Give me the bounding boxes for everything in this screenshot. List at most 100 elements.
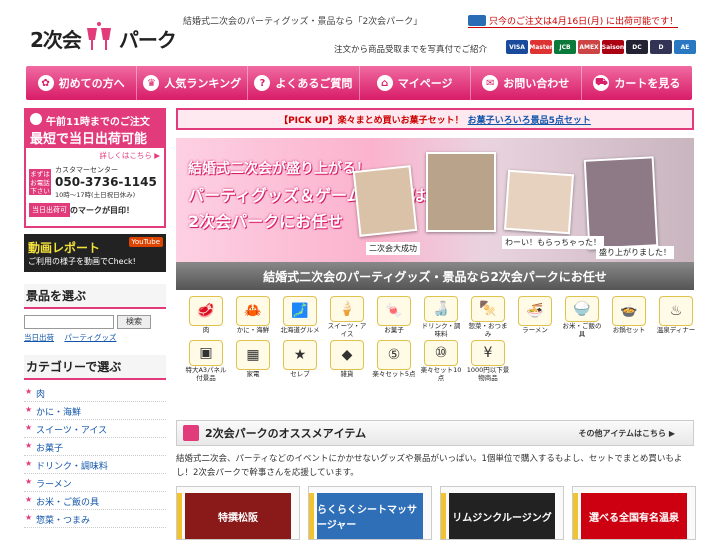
category-icon-tile[interactable]: 🍶 ドリンク・調味料 [419, 296, 463, 338]
logo-text-right: パーク [118, 27, 177, 52]
search-button[interactable]: 検索 [117, 315, 151, 329]
shipping-notice-text: 只今のご注文は4月16日(月) に出荷可能です！ [489, 17, 679, 27]
recommend-more-link[interactable]: その他アイテムはこちら ▶ [578, 428, 675, 439]
category-icon-label: セレブ [290, 370, 310, 378]
category-item[interactable]: かに・海鮮 [24, 402, 166, 420]
nav-label: マイページ [397, 77, 453, 90]
category-item[interactable]: 惣菜・つまみ [24, 510, 166, 528]
product-image-label: らくらくシートマッサージャー [317, 493, 423, 539]
category-icon-label: お鍋セット [612, 326, 646, 334]
nav-label: お問い合わせ [503, 77, 570, 90]
hokkaido-icon: 🗾 [283, 296, 317, 326]
set10-icon: ⑩ [424, 340, 458, 366]
category-icon-tile[interactable]: ♨ 温泉ディナー [654, 296, 698, 338]
category-list: 肉 かに・海鮮 スイーツ・アイス お菓子 ドリンク・調味料 ラーメン お米・ご飯… [24, 384, 166, 528]
video-subtitle: ご利用の様子を動画でCheck! [28, 257, 136, 266]
category-item[interactable]: 肉 [24, 384, 166, 402]
category-icon-tile[interactable]: 🍬 お菓子 [372, 296, 416, 338]
order-flow-link[interactable]: 注文から商品受取までを写真付でご紹介 [334, 43, 487, 55]
nav-mypage[interactable]: ⌂ マイページ [360, 66, 471, 100]
search-link-same-day[interactable]: 当日出荷 [24, 333, 54, 342]
ship-box-detail-link[interactable]: 詳しくはこちら ▶ [26, 148, 164, 163]
pot-icon: 🍲 [612, 296, 646, 326]
diners-card-icon: D [650, 40, 672, 54]
category-icon-label: スイーツ・アイス [327, 322, 367, 338]
category-icon-tile[interactable]: 🦀 かに・海鮮 [231, 296, 275, 338]
main-nav: ✿ 初めての方へ ♛ 人気ランキング ? よくあるご質問 ⌂ マイページ ✉ お問い合わせ… [26, 66, 692, 100]
crown-icon: ♛ [143, 75, 160, 91]
mail-icon: ✉ [482, 75, 499, 91]
category-icon-tile[interactable]: 🗾 北海道グルメ [278, 296, 322, 338]
snack-icon: 🍢 [471, 296, 505, 322]
candy-icon: 🍬 [377, 296, 411, 326]
pickup-banner[interactable]: 【PICK UP】楽々まとめ買いお菓子セット！ お菓子いろいろ景品5点セット [176, 108, 694, 130]
category-icon-tile[interactable]: 🍲 お鍋セット [607, 296, 651, 338]
category-item[interactable]: お菓子 [24, 438, 166, 456]
site-tagline: 結婚式二次会のパーティグッズ・景品なら「2次会パーク」 [183, 17, 423, 27]
search-link-party-goods[interactable]: パーティグッズ [64, 333, 116, 342]
search-section-title: 景品を選ぶ [24, 284, 166, 309]
product-card[interactable]: 特撰松阪 [176, 486, 300, 540]
visa-card-icon: VISA [506, 40, 528, 54]
category-icon-tile[interactable]: 🍦 スイーツ・アイス [325, 296, 369, 338]
category-icon-tile[interactable]: 🍢 惣菜・おつまみ [466, 296, 510, 338]
category-heading-bar: 結婚式二次会のパーティグッズ・景品なら2次会パークにお任せ [176, 262, 694, 290]
category-icon-tile[interactable]: ★ セレブ [278, 340, 322, 382]
recommend-header: 2次会パークのオススメアイテム その他アイテムはこちら ▶ [176, 420, 694, 446]
category-icon-tile[interactable]: 🍚 お米・ご飯の具 [560, 296, 604, 338]
phone-hours: 10時〜17時(土日祝日休み) [55, 191, 136, 199]
category-item[interactable]: ドリンク・調味料 [24, 456, 166, 474]
category-icon-tile[interactable]: ⑩ 楽々セット10点 [419, 340, 463, 382]
category-icon-tile[interactable]: 🍜 ラーメン [513, 296, 557, 338]
search-quick-links: 当日出荷 パーティグッズ [24, 332, 166, 343]
ae-card-icon: AE [674, 40, 696, 54]
pickup-link[interactable]: お菓子いろいろ景品5点セット [468, 113, 591, 126]
category-icon-tile[interactable]: ▣ 特大A3パネル付景品 [184, 340, 228, 382]
product-card[interactable]: リムジンクルージング [440, 486, 564, 540]
nav-faq[interactable]: ? よくあるご質問 [248, 66, 360, 100]
category-icon-label: 北海道グルメ [280, 326, 320, 334]
product-accent [441, 493, 446, 539]
category-item[interactable]: ラーメン [24, 474, 166, 492]
hero-banner[interactable]: 結婚式二次会が盛り上がる！ パーティグッズ＆ゲームの景品は 2次会パークにお任せ… [176, 138, 694, 262]
same-day-shipping-box[interactable]: 午前11時までのご注文 最短で当日出荷可能 詳しくはこちら ▶ まずはお電話下さ… [24, 108, 166, 228]
nav-contact[interactable]: ✉ お問い合わせ [471, 66, 582, 100]
category-icon-label: 家電 [246, 370, 260, 378]
same-day-mark-text: のマークが目印！ [70, 205, 134, 215]
video-report-banner[interactable]: 動画レポート ご利用の様子を動画でCheck! YouTube [24, 234, 166, 272]
category-icon-tile[interactable]: ⑤ 楽々セット5点 [372, 340, 416, 382]
meat-icon: 🥩 [189, 296, 223, 326]
shipping-notice[interactable]: 只今のご注文は4月16日(月) に出荷可能です！ [468, 14, 679, 28]
category-item[interactable]: スイーツ・アイス [24, 420, 166, 438]
category-icon-label: 肉 [202, 326, 210, 334]
category-icon-tile[interactable]: 🥩 肉 [184, 296, 228, 338]
goods-icon: ◆ [330, 340, 364, 370]
banner-caption: わーい！もらっちゃった！ [502, 236, 604, 249]
phone-info: カスタマーセンター 050-3736-1145 10時〜17時(土日祝日休み) [51, 165, 157, 199]
product-image-label: 特撰松阪 [185, 493, 291, 539]
banner-caption: 盛り上がりました！ [596, 246, 674, 259]
nav-beginner[interactable]: ✿ 初めての方へ [26, 66, 138, 100]
video-title: 動画レポート [28, 241, 101, 255]
onsen-icon: ♨ [659, 296, 693, 326]
ramen-icon: 🍜 [518, 296, 552, 326]
product-card[interactable]: 選べる全国有名温泉 [572, 486, 696, 540]
category-icon-tile[interactable]: ¥1000円以下景物商品 [466, 340, 510, 382]
truck-icon [468, 15, 486, 26]
category-icon-label: 楽々セット5点 [372, 370, 416, 378]
nav-cart[interactable]: ⛟ カートを見る [582, 66, 692, 100]
category-icon-tile[interactable]: ▦ 家電 [231, 340, 275, 382]
celeb-icon: ★ [283, 340, 317, 370]
category-icon-tile[interactable]: ◆ 雑貨 [325, 340, 369, 382]
nav-ranking[interactable]: ♛ 人気ランキング [137, 66, 249, 100]
saison-card-icon: Saison [602, 40, 624, 54]
product-row: 特撰松阪 らくらくシートマッサージャー リムジンクルージング 選べる全国有名温泉 [176, 486, 696, 540]
banner-line-3: 2次会パークにお任せ [188, 212, 344, 231]
category-item[interactable]: お米・ご飯の具 [24, 492, 166, 510]
recommend-description: 結婚式二次会、パーティなどのイベントにかかせないグッズや景品がいっぱい。1個単位… [176, 454, 683, 478]
dc-card-icon: DC [626, 40, 648, 54]
product-card[interactable]: らくらくシートマッサージャー [308, 486, 432, 540]
site-logo[interactable]: 2次会 パーク [30, 18, 180, 58]
category-icon-grid: 🥩 肉 🦀 かに・海鮮 🗾 北海道グルメ 🍦 スイーツ・アイス 🍬 お菓子 🍶 ドリンク・調味料 🍢 惣菜… [176, 296, 695, 382]
search-input[interactable] [24, 315, 114, 329]
